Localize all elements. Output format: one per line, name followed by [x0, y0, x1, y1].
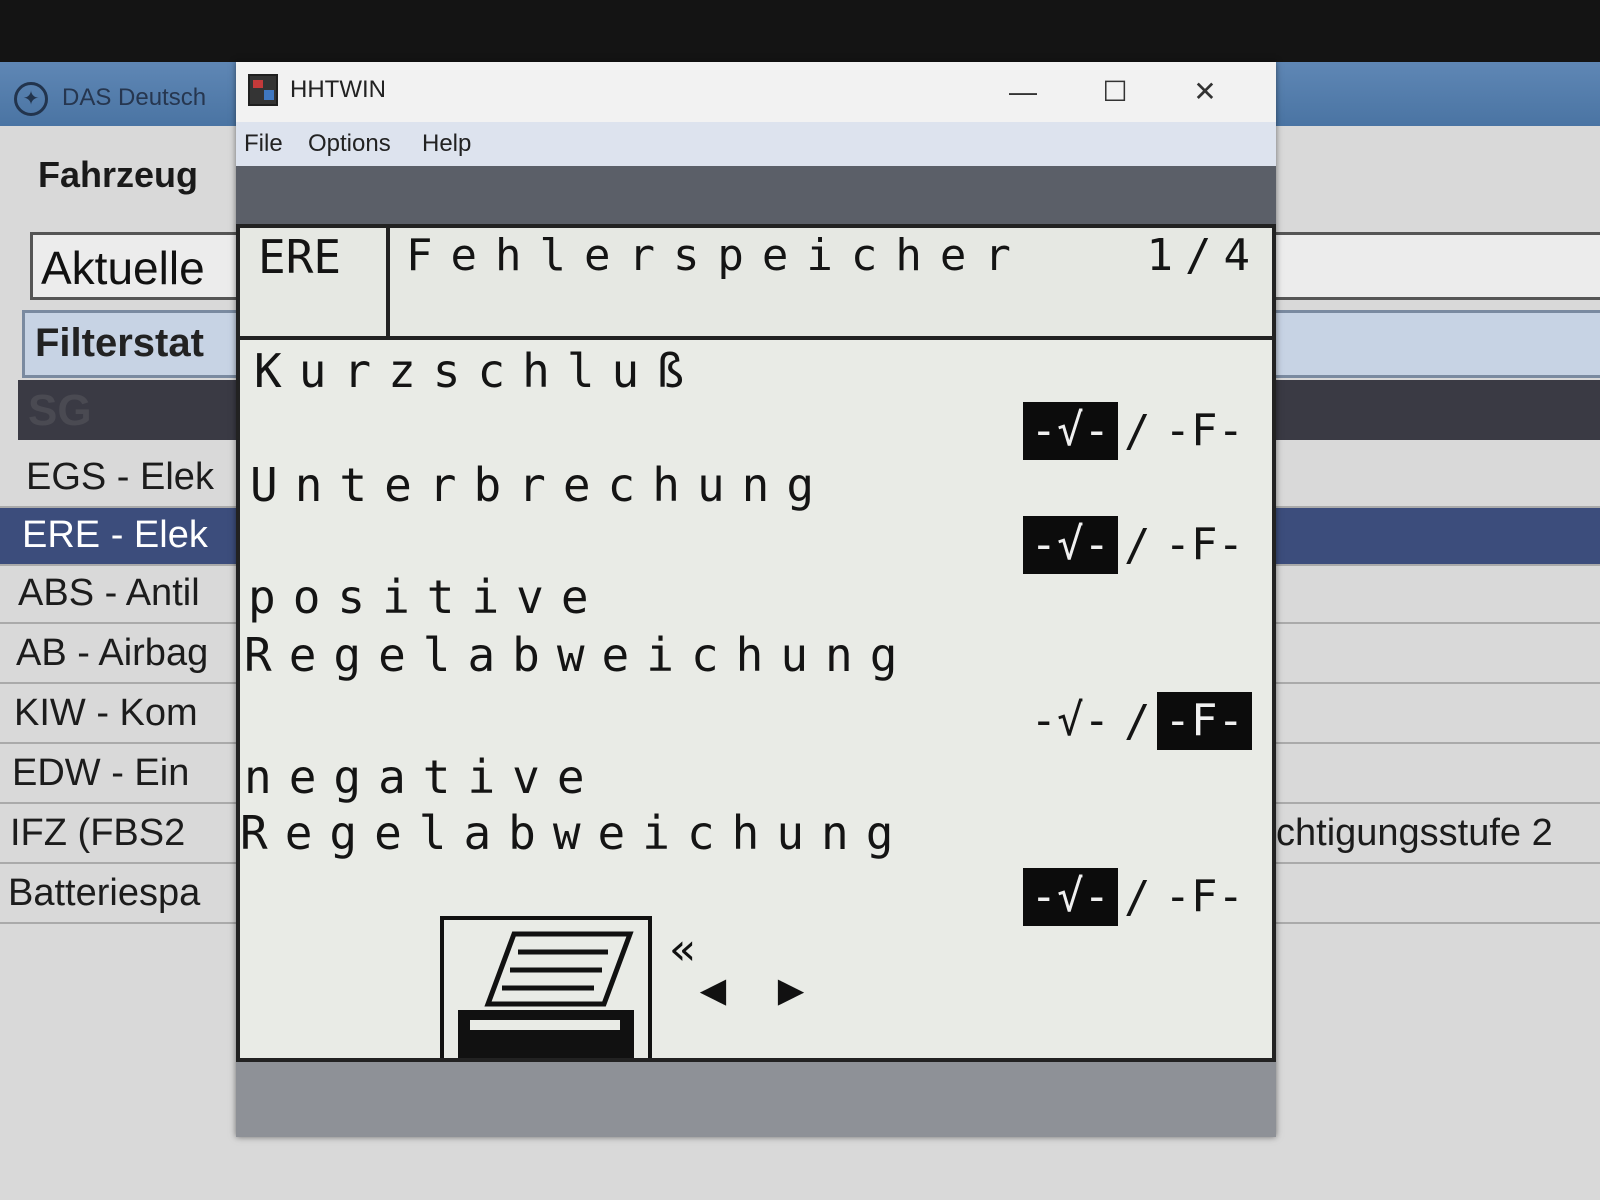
status-ok-option[interactable]: -√-	[1022, 516, 1119, 574]
filter-label: Filterstat	[35, 321, 204, 365]
screen-header: ERE Fehlerspeicher 1/4	[236, 224, 1276, 340]
row-label: AB - Airbag	[16, 632, 209, 674]
das-window-title: DAS Deutsch	[62, 84, 207, 111]
das-heading: Fahrzeug	[38, 154, 199, 195]
status-fault-option[interactable]: -F-	[1157, 868, 1252, 926]
hhtwin-window: HHTWIN — ☐ ✕ File Options Help ERE Fehle…	[236, 62, 1276, 1137]
fault-list: Kurzschluß -√- / -F- Unterbrechung -√- /…	[236, 340, 1276, 1062]
menu-bar: File Options Help	[236, 122, 1276, 166]
previous-page-button[interactable]: ◀	[688, 960, 738, 1020]
status-separator: /	[1124, 405, 1151, 457]
hhtwin-app-icon	[248, 74, 278, 106]
printer-icon	[458, 931, 634, 1058]
menu-options[interactable]: Options	[308, 130, 391, 158]
screen-title: Fehlerspeicher	[406, 230, 1029, 281]
status-separator: /	[1124, 871, 1151, 923]
next-page-button[interactable]: ▶	[766, 960, 816, 1020]
row-label: KIW - Kom	[14, 692, 198, 734]
status-fault-option[interactable]: -F-	[1156, 692, 1252, 750]
status-ok-option[interactable]: -√-	[1023, 692, 1118, 750]
hhtwin-titlebar: HHTWIN — ☐ ✕	[236, 62, 1276, 122]
hhtwin-window-title: HHTWIN	[290, 76, 386, 103]
status-separator: /	[1124, 695, 1151, 747]
row-detail: chtigungsstufe 2	[1276, 812, 1553, 854]
menu-help[interactable]: Help	[422, 130, 471, 158]
menu-file[interactable]: File	[244, 130, 283, 158]
fault-status-selector[interactable]: -√- / -F-	[1022, 516, 1252, 574]
hht-screen: ERE Fehlerspeicher 1/4 Kurzschluß -√- / …	[236, 224, 1276, 1062]
fault-status-selector[interactable]: -√- / -F-	[1022, 868, 1252, 926]
maximize-button[interactable]: ☐	[1080, 70, 1150, 114]
window-footer	[236, 1062, 1276, 1137]
ecu-code: ERE	[240, 228, 390, 336]
status-ok-option[interactable]: -√-	[1022, 868, 1119, 926]
row-label: EGS - Elek	[26, 456, 214, 498]
client-area	[236, 166, 1276, 226]
fault-status-selector[interactable]: -√- / -F-	[1023, 692, 1252, 750]
minimize-button[interactable]: —	[988, 70, 1058, 114]
row-label: EDW - Ein	[12, 752, 190, 794]
fault-label: Unterbrechung	[250, 458, 832, 512]
row-label: IFZ (FBS2	[10, 812, 186, 854]
fault-status-selector[interactable]: -√- / -F-	[1022, 402, 1252, 460]
row-label: Batteriespa	[8, 872, 201, 914]
row-label: ERE - Elek	[22, 514, 208, 556]
fault-label: Regelabweichung	[244, 628, 915, 682]
fault-label: negative	[244, 750, 602, 804]
fault-label: positive	[248, 570, 606, 624]
mercedes-star-icon: ✦	[14, 82, 48, 116]
table-header-label: SG	[28, 386, 92, 435]
status-fault-option[interactable]: -F-	[1157, 402, 1252, 460]
status-ok-option[interactable]: -√-	[1022, 402, 1119, 460]
page-indicator: 1/4	[1146, 230, 1262, 281]
close-button[interactable]: ✕	[1170, 70, 1240, 114]
status-fault-option[interactable]: -F-	[1157, 516, 1252, 574]
row-label: ABS - Antil	[18, 572, 200, 614]
status-separator: /	[1124, 519, 1151, 571]
fault-label: Kurzschluß	[254, 344, 701, 398]
print-button[interactable]	[440, 916, 652, 1058]
current-label: Aktuelle	[41, 242, 205, 294]
fault-label: Regelabweichung	[240, 806, 911, 860]
